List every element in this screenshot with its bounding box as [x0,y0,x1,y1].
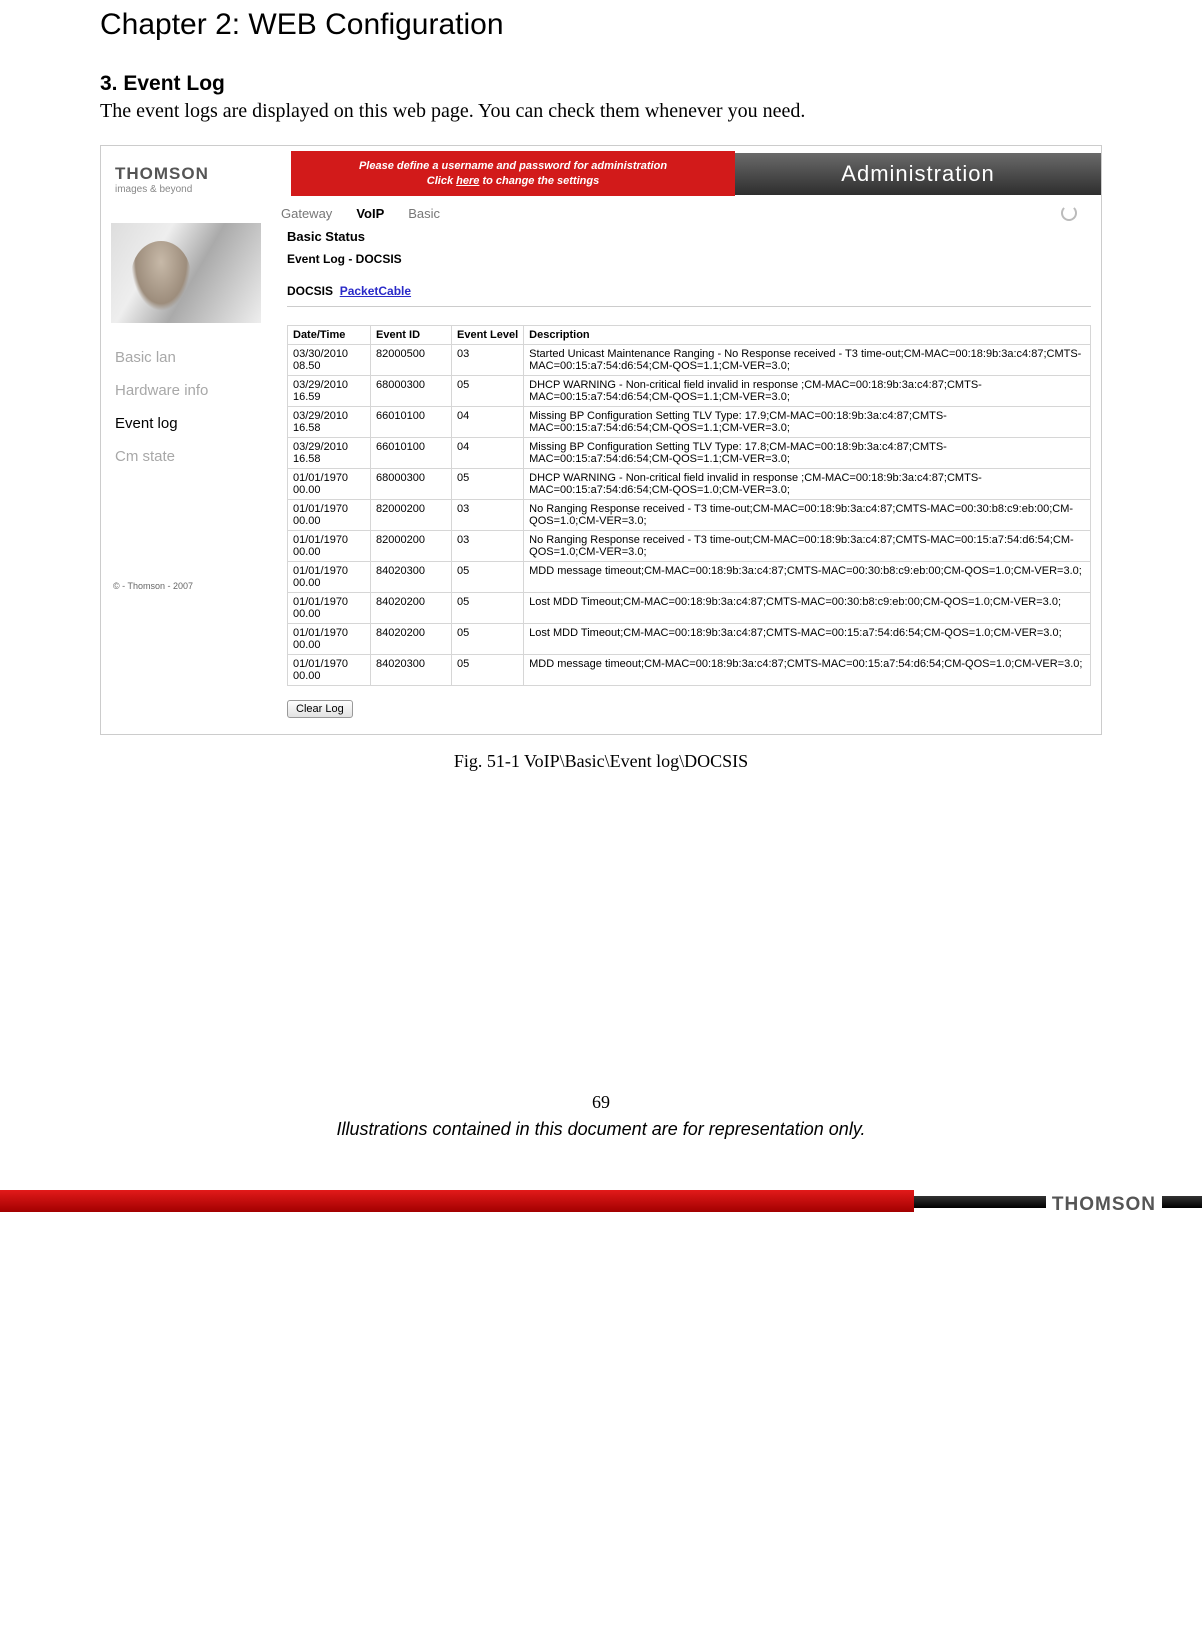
section-paragraph: The event logs are displayed on this web… [100,100,1102,123]
sidebar-image [111,223,261,323]
cell-date-time: 01/01/1970 00.00 [288,593,371,624]
proto-packetcable-link[interactable]: PacketCable [340,284,411,298]
cell-event-id: 82000200 [371,531,452,562]
cell-date-time: 01/01/1970 00.00 [288,655,371,686]
admin-warning-banner[interactable]: Please define a username and password fo… [291,151,735,197]
section-heading: 3. Event Log [100,72,1102,96]
sidenav-event-log[interactable]: Event log [115,415,271,432]
cell-event-level: 04 [452,407,524,438]
brand-name: THOMSON [115,164,285,184]
cell-event-id: 66010100 [371,438,452,469]
cell-event-level: 03 [452,531,524,562]
cell-event-level: 05 [452,562,524,593]
brand-logo: THOMSON images & beyond [101,146,291,201]
main-heading: Basic Status [287,229,1091,244]
cell-description: Lost MDD Timeout;CM-MAC=00:18:9b:3a:c4:8… [524,624,1091,655]
cell-description: DHCP WARNING - Non-critical field invali… [524,469,1091,500]
cell-event-level: 04 [452,438,524,469]
cell-description: MDD message timeout;CM-MAC=00:18:9b:3a:c… [524,562,1091,593]
footer-bar: THOMSON [0,1168,1202,1238]
table-row: 03/29/2010 16.586601010004Missing BP Con… [288,407,1091,438]
table-row: 01/01/1970 00.008402030005MDD message ti… [288,562,1091,593]
cell-event-id: 84020200 [371,593,452,624]
table-header-row: Date/Time Event ID Event Level Descripti… [288,326,1091,345]
cell-event-id: 84020300 [371,562,452,593]
col-event-id: Event ID [371,326,452,345]
table-row: 01/01/1970 00.006800030005DHCP WARNING -… [288,469,1091,500]
figure-caption: Fig. 51-1 VoIP\Basic\Event log\DOCSIS [100,751,1102,772]
cell-date-time: 01/01/1970 00.00 [288,562,371,593]
warning-link-here[interactable]: here [456,175,479,187]
sidebar-nav: Basic lan Hardware info Event log Cm sta… [101,349,271,465]
cell-description: No Ranging Response received - T3 time-o… [524,500,1091,531]
sidebar-copyright: © - Thomson - 2007 [101,481,271,591]
cell-date-time: 01/01/1970 00.00 [288,624,371,655]
cell-event-id: 66010100 [371,407,452,438]
warning-line2-pre: Click [427,175,456,187]
table-row: 01/01/1970 00.008402020005Lost MDD Timeo… [288,624,1091,655]
protocol-selector: DOCSIS PacketCable [287,284,1091,298]
cell-description: Lost MDD Timeout;CM-MAC=00:18:9b:3a:c4:8… [524,593,1091,624]
cell-description: DHCP WARNING - Non-critical field invali… [524,376,1091,407]
table-row: 01/01/1970 00.008402020005Lost MDD Timeo… [288,593,1091,624]
divider [287,306,1091,307]
cell-event-level: 03 [452,500,524,531]
brand-tagline: images & beyond [115,184,285,195]
col-description: Description [524,326,1091,345]
cell-date-time: 01/01/1970 00.00 [288,500,371,531]
footer-brand-logo: THOMSON [1046,1188,1162,1222]
table-row: 01/01/1970 00.008402030005MDD message ti… [288,655,1091,686]
table-row: 03/30/2010 08.508200050003Started Unicas… [288,345,1091,376]
sidenav-basic-lan[interactable]: Basic lan [115,349,271,366]
table-row: 01/01/1970 00.008200020003No Ranging Res… [288,500,1091,531]
table-row: 03/29/2010 16.586601010004Missing BP Con… [288,438,1091,469]
cell-description: MDD message timeout;CM-MAC=00:18:9b:3a:c… [524,655,1091,686]
cell-date-time: 01/01/1970 00.00 [288,469,371,500]
clear-log-button[interactable]: Clear Log [287,700,353,718]
cell-date-time: 03/30/2010 08.50 [288,345,371,376]
sidenav-hardware-info[interactable]: Hardware info [115,382,271,399]
table-row: 01/01/1970 00.008200020003No Ranging Res… [288,531,1091,562]
col-date-time: Date/Time [288,326,371,345]
top-tabs: Gateway VoIP Basic [271,201,1101,223]
tab-voip[interactable]: VoIP [356,206,384,221]
cell-event-level: 05 [452,655,524,686]
cell-description: Started Unicast Maintenance Ranging - No… [524,345,1091,376]
tab-gateway[interactable]: Gateway [281,206,332,221]
cell-event-id: 82000200 [371,500,452,531]
main-subheading: Event Log - DOCSIS [287,252,1091,266]
cell-description: No Ranging Response received - T3 time-o… [524,531,1091,562]
cell-event-level: 05 [452,593,524,624]
footer-disclaimer: Illustrations contained in this document… [100,1119,1102,1140]
cell-event-id: 68000300 [371,376,452,407]
cell-date-time: 03/29/2010 16.59 [288,376,371,407]
tab-basic[interactable]: Basic [408,206,440,221]
footer-red-strip [0,1190,914,1212]
page-number: 69 [100,1092,1102,1113]
warning-line2-post: to change the settings [479,175,599,187]
cell-description: Missing BP Configuration Setting TLV Typ… [524,407,1091,438]
cell-event-level: 05 [452,376,524,407]
cell-event-level: 05 [452,624,524,655]
col-event-level: Event Level [452,326,524,345]
sidenav-cm-state[interactable]: Cm state [115,448,271,465]
warning-line1: Please define a username and password fo… [359,160,667,172]
screenshot-event-log: THOMSON images & beyond Please define a … [100,145,1102,735]
cell-date-time: 01/01/1970 00.00 [288,531,371,562]
event-log-table: Date/Time Event ID Event Level Descripti… [287,325,1091,686]
cell-event-id: 84020300 [371,655,452,686]
cell-event-id: 82000500 [371,345,452,376]
page-banner-title: Administration [735,153,1101,195]
cell-event-id: 84020200 [371,624,452,655]
proto-docsis[interactable]: DOCSIS [287,284,333,298]
cell-event-level: 05 [452,469,524,500]
loading-spinner-icon [1061,205,1077,221]
chapter-title: Chapter 2: WEB Configuration [100,8,1102,42]
cell-event-level: 03 [452,345,524,376]
cell-description: Missing BP Configuration Setting TLV Typ… [524,438,1091,469]
table-row: 03/29/2010 16.596800030005DHCP WARNING -… [288,376,1091,407]
cell-date-time: 03/29/2010 16.58 [288,407,371,438]
cell-event-id: 68000300 [371,469,452,500]
cell-date-time: 03/29/2010 16.58 [288,438,371,469]
